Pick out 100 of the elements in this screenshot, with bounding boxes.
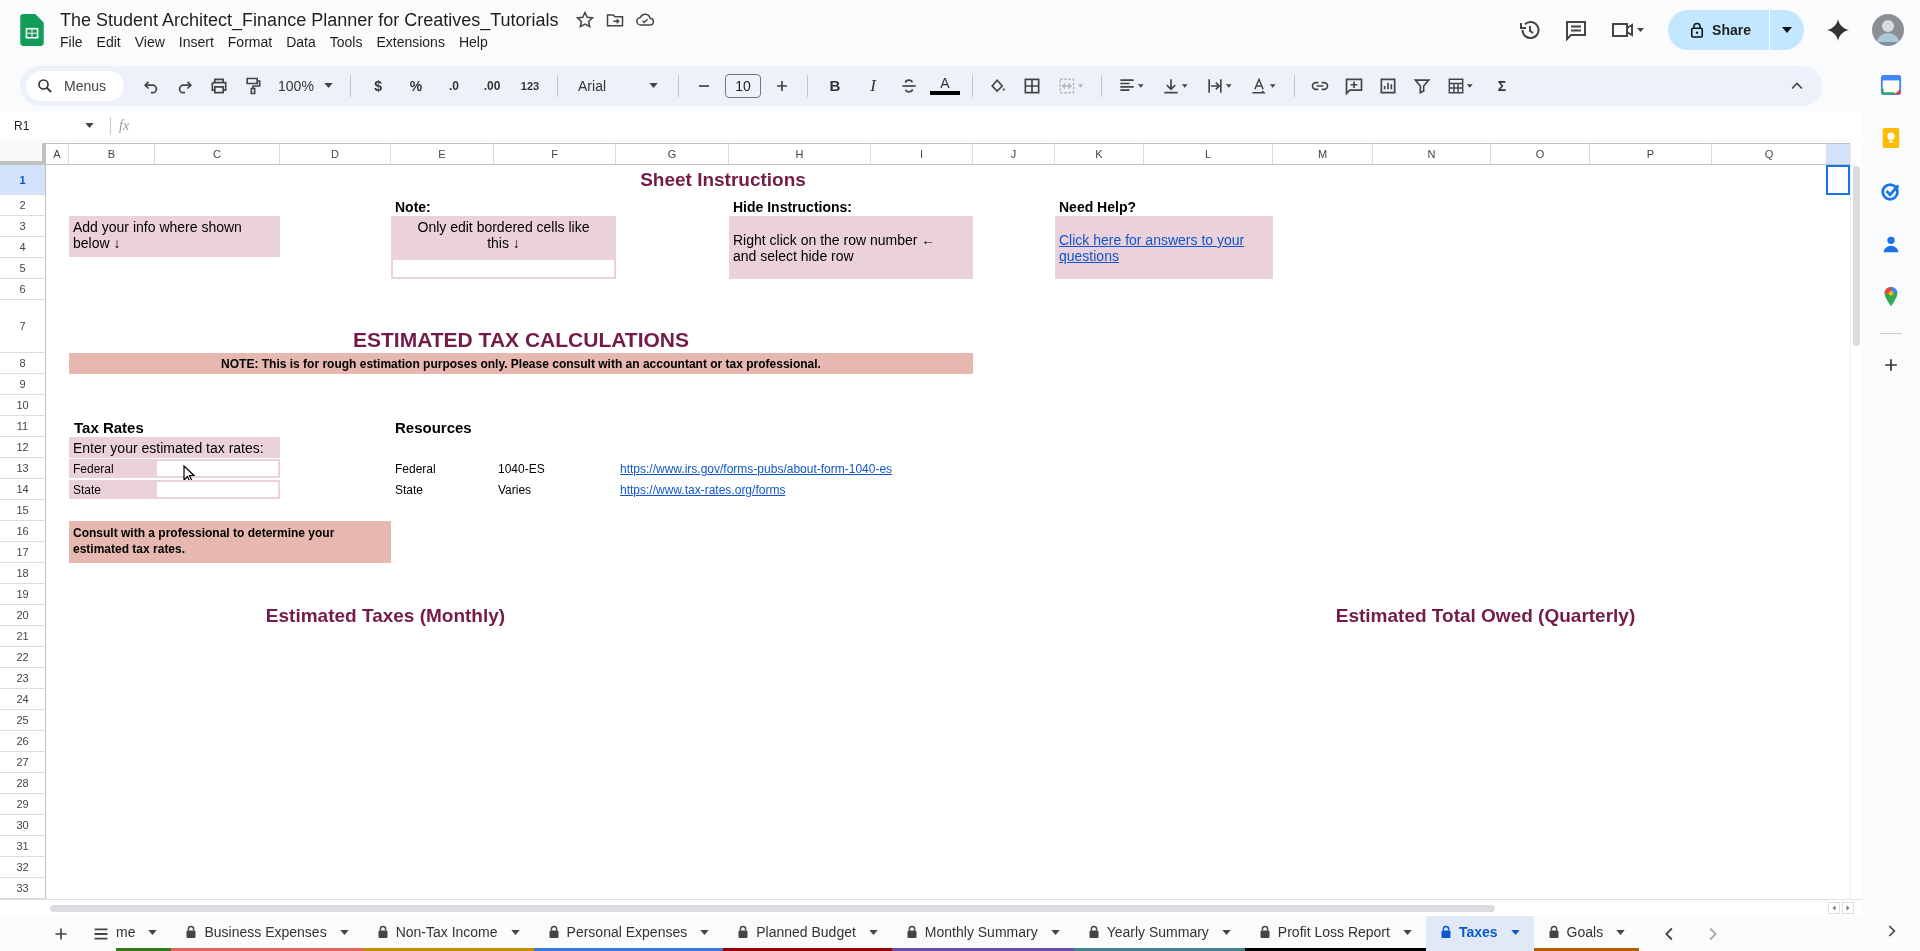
- decrease-decimal-button[interactable]: .0: [439, 78, 470, 93]
- row-header[interactable]: 9: [0, 374, 46, 396]
- resource-link[interactable]: https://www.tax-rates.org/forms: [620, 482, 786, 497]
- help-link[interactable]: Click here for answers to your questions: [1059, 231, 1269, 264]
- sheet-tab[interactable]: Profit Loss Report: [1244, 916, 1426, 951]
- row-header[interactable]: 13: [0, 458, 46, 480]
- bordered-cell[interactable]: [391, 258, 616, 280]
- menu-item[interactable]: View: [134, 32, 173, 51]
- caret-icon[interactable]: [1782, 27, 1792, 33]
- column-header[interactable]: Q: [1712, 143, 1827, 166]
- row-header[interactable]: 12: [0, 437, 46, 459]
- row-header[interactable]: 27: [0, 752, 46, 774]
- column-header[interactable]: E: [391, 143, 494, 166]
- row-header[interactable]: 8: [0, 353, 46, 375]
- row-header[interactable]: 1: [0, 165, 46, 196]
- row-header[interactable]: 2: [0, 195, 46, 217]
- column-header[interactable]: F: [494, 143, 616, 166]
- column-header[interactable]: J: [973, 143, 1055, 166]
- row-header[interactable]: 6: [0, 279, 46, 301]
- row-header[interactable]: 25: [0, 710, 46, 732]
- column-header[interactable]: O: [1491, 143, 1590, 166]
- sheet-tab[interactable]: Business Expenses: [171, 916, 363, 951]
- menu-item[interactable]: Tools: [329, 32, 371, 51]
- sheet-tab[interactable]: me: [116, 916, 172, 951]
- font-size-field[interactable]: 10: [725, 73, 762, 98]
- rate-input-cell[interactable]: [155, 459, 280, 479]
- row-header[interactable]: 30: [0, 815, 46, 837]
- star-icon[interactable]: [574, 10, 595, 30]
- row-header[interactable]: 15: [0, 500, 46, 522]
- name-box[interactable]: R1: [0, 118, 102, 133]
- sheet-tab[interactable]: Planned Budget: [723, 916, 892, 951]
- row-header[interactable]: 7: [0, 300, 46, 354]
- tasks-icon[interactable]: [1880, 180, 1902, 202]
- zoom-dropdown[interactable]: 100%: [274, 77, 339, 94]
- sheet-tab[interactable]: Personal Expenses: [533, 916, 724, 951]
- menu-item[interactable]: Format: [227, 32, 281, 51]
- menu-item[interactable]: Help: [458, 32, 496, 51]
- menu-item[interactable]: Edit: [96, 32, 129, 51]
- scroll-left-icon[interactable]: [1828, 902, 1840, 915]
- column-header[interactable]: A: [46, 143, 69, 166]
- row-header[interactable]: 21: [0, 626, 46, 648]
- increase-decimal-button[interactable]: .00: [477, 78, 508, 93]
- sheets-logo-icon[interactable]: [20, 14, 44, 46]
- document-title[interactable]: The Student Architect_Finance Planner for Creatives_Tutorials: [60, 9, 559, 31]
- row-header[interactable]: 26: [0, 731, 46, 753]
- row-header[interactable]: 24: [0, 689, 46, 711]
- column-header[interactable]: M: [1273, 143, 1373, 166]
- share-button[interactable]: Share: [1668, 10, 1804, 50]
- column-header[interactable]: K: [1055, 143, 1144, 166]
- row-header[interactable]: 10: [0, 395, 46, 417]
- sheet-tab[interactable]: Monthly Summary: [891, 916, 1074, 951]
- rate-input-cell[interactable]: [155, 480, 280, 500]
- more-formats-button[interactable]: 123: [515, 79, 546, 92]
- sheet-tab[interactable]: Non-Tax Income: [362, 916, 534, 951]
- sparkle-icon[interactable]: [1826, 18, 1850, 42]
- search-menus-field[interactable]: Menus: [26, 70, 125, 101]
- scroll-right-icon[interactable]: [1842, 902, 1854, 915]
- column-header[interactable]: L: [1144, 143, 1273, 166]
- column-header[interactable]: D: [280, 143, 391, 166]
- row-header[interactable]: 5: [0, 258, 46, 280]
- resource-link[interactable]: https://www.irs.gov/forms-pubs/about-form-1040-es: [620, 461, 893, 476]
- row-header[interactable]: 22: [0, 647, 46, 669]
- row-header[interactable]: 19: [0, 584, 46, 606]
- column-header[interactable]: P: [1590, 143, 1712, 166]
- sheet-tab[interactable]: Yearly Summary: [1073, 916, 1245, 951]
- menu-item[interactable]: File: [60, 32, 91, 51]
- row-header[interactable]: 31: [0, 836, 46, 858]
- row-header[interactable]: 17: [0, 542, 46, 564]
- sheet-tab[interactable]: Taxes: [1425, 916, 1534, 951]
- column-header[interactable]: [1827, 143, 1850, 166]
- column-header[interactable]: H: [729, 143, 871, 166]
- text-color-button[interactable]: A: [930, 76, 961, 96]
- row-header[interactable]: 29: [0, 794, 46, 816]
- column-header[interactable]: I: [871, 143, 973, 166]
- menu-item[interactable]: Data: [286, 32, 324, 51]
- row-header[interactable]: 28: [0, 773, 46, 795]
- italic-button[interactable]: I: [858, 75, 889, 96]
- row-header[interactable]: 18: [0, 563, 46, 585]
- functions-button[interactable]: Σ: [1487, 77, 1518, 94]
- column-header[interactable]: B: [69, 143, 155, 166]
- column-header[interactable]: N: [1373, 143, 1491, 166]
- row-header[interactable]: 32: [0, 857, 46, 879]
- comment-icon[interactable]: [1564, 18, 1589, 42]
- column-header[interactable]: C: [155, 143, 280, 166]
- row-header[interactable]: 16: [0, 521, 46, 543]
- bold-button[interactable]: B: [820, 77, 851, 95]
- row-header[interactable]: 4: [0, 237, 46, 259]
- menu-item[interactable]: Insert: [178, 32, 222, 51]
- percent-format-button[interactable]: %: [401, 77, 432, 94]
- row-header[interactable]: 33: [0, 878, 46, 900]
- sheet-tab[interactable]: Goals: [1533, 916, 1640, 951]
- row-header[interactable]: 14: [0, 479, 46, 501]
- menu-item[interactable]: Extensions: [376, 32, 453, 51]
- avatar[interactable]: [1872, 14, 1904, 46]
- currency-format-button[interactable]: $: [363, 77, 394, 94]
- row-header[interactable]: 3: [0, 216, 46, 238]
- row-header[interactable]: 11: [0, 416, 46, 438]
- row-header[interactable]: 20: [0, 605, 46, 627]
- column-header[interactable]: G: [616, 143, 729, 166]
- vertical-scrollbar[interactable]: [1850, 143, 1862, 900]
